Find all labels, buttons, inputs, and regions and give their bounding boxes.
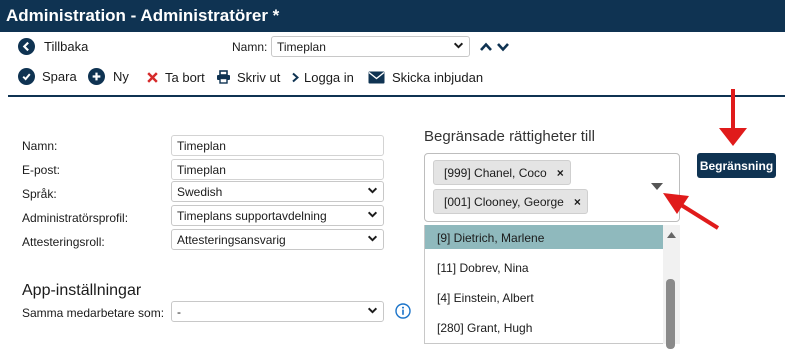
language-label: Språk:	[22, 187, 57, 201]
chevron-down-icon	[367, 185, 378, 199]
email-label: E-post:	[22, 163, 61, 177]
window-title: Administration - Administratörer *	[0, 0, 785, 32]
chevron-down-icon	[367, 233, 378, 247]
delete-button[interactable]: Ta bort	[143, 68, 205, 86]
attest-label: Attesteringsroll:	[22, 235, 105, 249]
attest-select[interactable]: Attesteringsansvarig	[171, 229, 384, 250]
arrow-left-circle-icon	[18, 38, 35, 55]
invite-label: Skicka inbjudan	[392, 69, 484, 85]
name-select[interactable]: Timeplan	[271, 36, 470, 57]
chevron-down-icon	[453, 40, 464, 54]
name-select-label: Namn:	[232, 40, 268, 54]
new-button[interactable]: Ny	[88, 68, 129, 85]
email-input[interactable]: Timeplan	[171, 159, 384, 180]
remove-tag-icon[interactable]: ×	[574, 195, 581, 213]
restrictions-title: Begränsade rättigheter till	[424, 128, 595, 145]
same-staff-label: Samma medarbetare som:	[22, 306, 165, 320]
list-item[interactable]: [280] Grant, Hugh	[425, 315, 664, 339]
scrollbar-thumb[interactable]	[666, 279, 675, 349]
restriction-button[interactable]: Begränsning	[697, 153, 776, 178]
app-settings-title: App-inställningar	[22, 282, 142, 299]
restrictions-multiselect[interactable]: [999] Chanel, Coco × [001] Clooney, Geor…	[424, 153, 680, 222]
language-select[interactable]: Swedish	[171, 181, 384, 202]
profile-select[interactable]: Timeplans supportavdelning	[171, 205, 384, 226]
save-button[interactable]: Spara	[18, 68, 77, 85]
profile-label: Administratörsprofil:	[22, 211, 129, 225]
list-item[interactable]: [9] Dietrich, Marlene	[425, 225, 664, 249]
chevron-up-icon	[479, 40, 493, 57]
x-icon	[143, 68, 161, 86]
same-staff-select[interactable]: -	[171, 301, 384, 322]
chevron-down-icon	[496, 40, 510, 57]
previous-record-button[interactable]	[479, 40, 493, 58]
next-record-button[interactable]	[496, 40, 510, 58]
print-button[interactable]: Skriv ut	[214, 68, 280, 86]
dropdown-caret-icon[interactable]	[651, 183, 663, 190]
chevron-down-icon	[367, 209, 378, 223]
info-circle-icon[interactable]	[395, 303, 411, 324]
remove-tag-icon[interactable]: ×	[557, 166, 564, 184]
list-item[interactable]: [4] Einstein, Albert	[425, 285, 664, 309]
new-label: Ny	[113, 69, 129, 84]
scroll-up-icon[interactable]	[666, 231, 677, 239]
name-label: Namn:	[22, 139, 58, 153]
chevron-right-icon	[289, 68, 301, 86]
selected-tag: [001] Clooney, George ×	[433, 189, 588, 214]
plus-circle-icon	[88, 68, 105, 85]
login-label: Logga in	[304, 69, 354, 85]
dropdown-scrollbar[interactable]	[663, 225, 680, 349]
back-link[interactable]: Tillbaka	[18, 38, 88, 55]
envelope-icon	[367, 68, 385, 86]
print-label: Skriv ut	[237, 69, 281, 85]
chevron-down-icon	[367, 305, 378, 319]
back-label: Tillbaka	[44, 39, 89, 54]
send-invite-button[interactable]: Skicka inbjudan	[367, 68, 483, 86]
printer-icon	[214, 68, 232, 86]
arrow-down-annotation	[719, 89, 747, 146]
restrictions-dropdown-list: [9] Dietrich, Marlene [11] Dobrev, Nina …	[424, 225, 680, 344]
check-circle-icon	[18, 68, 35, 85]
selected-tag: [999] Chanel, Coco ×	[433, 160, 571, 185]
list-item[interactable]: [11] Dobrev, Nina	[425, 255, 664, 279]
name-input[interactable]: Timeplan	[171, 135, 384, 156]
login-button[interactable]: Logga in	[289, 68, 354, 86]
toolbar-separator	[8, 95, 785, 97]
save-label: Spara	[42, 69, 77, 84]
delete-label: Ta bort	[165, 69, 205, 85]
